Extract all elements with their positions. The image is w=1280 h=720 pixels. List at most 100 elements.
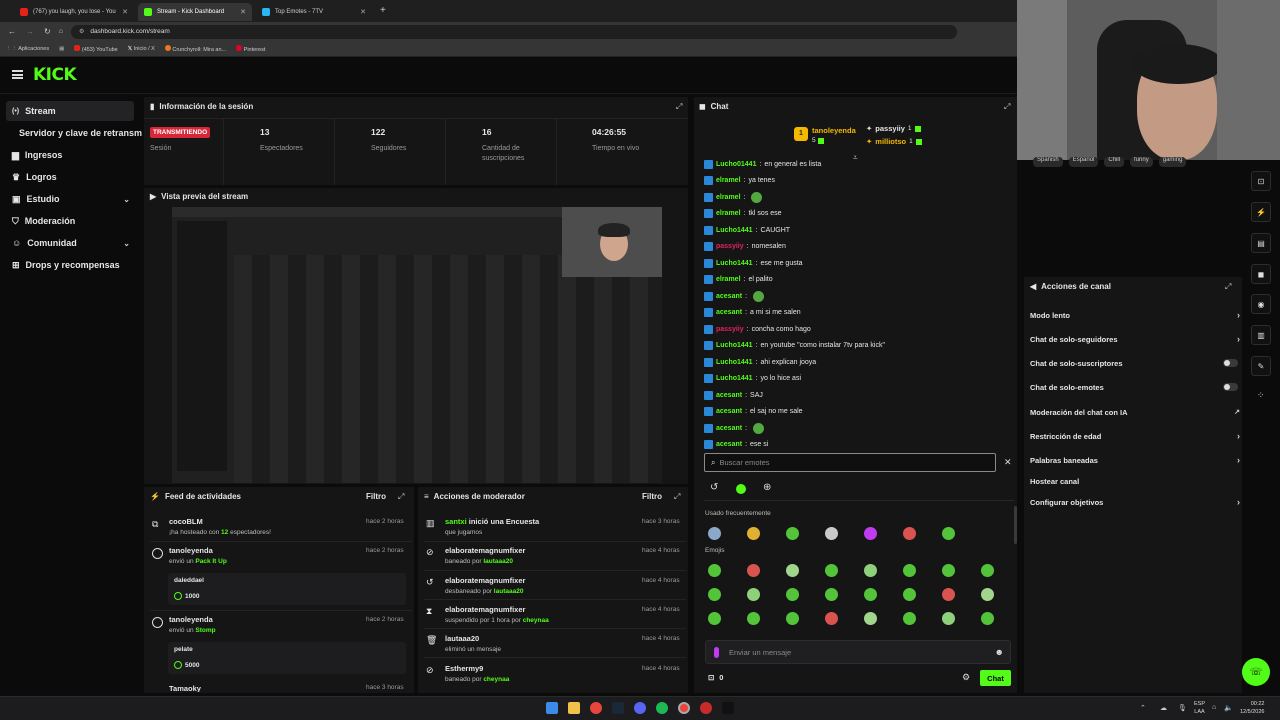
emote-picker-icon[interactable]: ☻ [995,647,1004,657]
mic-tray-icon[interactable]: 🎙 [1178,704,1187,712]
slow-mode-row[interactable]: Modo lento › [1030,307,1240,323]
emoji-emote-icon[interactable] [708,612,721,625]
emotes-only-row[interactable]: Chat de solo-emotes [1030,379,1240,395]
emoji-emote-icon[interactable] [864,564,877,577]
emoji-emote-icon[interactable] [942,564,955,577]
chat-message[interactable]: elramel: ya tenes [704,174,775,188]
chat-username[interactable]: elramel [716,210,741,217]
bookmark-youtube[interactable]: (453) YouTube [74,44,118,53]
age-restriction-row[interactable]: Restricción de edad › [1030,428,1240,444]
popout-icon[interactable]: ⤢ [1225,282,1231,292]
emoji-emote-icon[interactable] [825,612,838,625]
frequent-emote-icon[interactable] [864,527,877,540]
file-explorer-icon[interactable] [568,702,580,714]
chat-message[interactable]: acesant: el saj no me sale [704,405,803,419]
emoji-emote-icon[interactable] [864,612,877,625]
top-gifter-3[interactable]: ✦ milliotso 1 [866,137,922,146]
emoji-emote-icon[interactable] [864,588,877,601]
chat-username[interactable]: Lucho1441 [716,260,753,267]
quick-action-note-icon[interactable]: ▤ [1251,233,1271,253]
chat-username[interactable]: acesant [716,293,742,300]
sidebar-item-comunidad[interactable]: ☺ Comunidad ⌄ [6,233,134,253]
emote-scrollbar[interactable] [1014,506,1017,544]
emoji-emote-icon[interactable] [942,588,955,601]
spotify-icon[interactable] [656,702,668,714]
channel-points[interactable]: ⊡ 0 [708,673,723,682]
chat-username[interactable]: passyiiy [716,326,744,333]
chat-message[interactable]: Lucho1441: ahi explican jooya [704,355,816,369]
chat-username[interactable]: Lucho1441 [716,359,753,366]
home-icon[interactable]: ⌂ [59,28,63,35]
chat-username[interactable]: elramel [716,177,741,184]
kick-emotes-tab-icon[interactable] [736,484,746,494]
chat-message[interactable]: Lucho01441: en general es lista [704,157,821,171]
top-gifter-2[interactable]: ✦ passyiiy 1 [866,124,921,133]
frequent-emote-icon[interactable] [903,527,916,540]
quick-action-layout-icon[interactable]: ▥ [1251,325,1271,345]
chat-message[interactable]: elramel: tkl sos ese [704,207,782,221]
emoji-emote-icon[interactable] [903,564,916,577]
emoji-emote-icon[interactable] [981,612,994,625]
send-chat-button[interactable]: Chat [980,670,1011,686]
chat-username[interactable]: acesant [716,392,742,399]
banned-words-row[interactable]: Palabras baneadas › [1030,452,1240,468]
emoji-emote-icon[interactable] [747,612,760,625]
chat-message[interactable]: Lucho1441: ese me gusta [704,256,803,270]
chat-username[interactable]: acesant [716,425,742,432]
emoji-emote-icon[interactable] [747,588,760,601]
site-info-icon[interactable]: ⚙ [79,28,84,35]
chat-message[interactable]: passyiiy: nomesalen [704,240,786,254]
collapse-chevron-icon[interactable]: ⩡ [853,153,858,163]
chat-settings-gear-icon[interactable]: ⚙ [962,672,970,683]
host-channel-row[interactable]: Hostear canal [1030,473,1240,489]
more-options-icon[interactable]: ⁘ [1257,390,1265,401]
onedrive-icon[interactable]: ☁ [1160,704,1167,712]
sidebar-item-ingresos[interactable]: ▆ Ingresos [6,145,134,165]
quick-action-chat-icon[interactable]: ◼ [1251,264,1271,284]
quick-action-bolt-icon[interactable]: ⚡ [1251,202,1271,222]
sidebar-item-stream-key[interactable]: Servidor y clave de retransmisión [13,123,142,143]
bookmark-pinterest[interactable]: Pinterest [236,44,265,53]
quick-action-camera-icon[interactable]: ⊡ [1251,171,1271,191]
sidebar-item-drops[interactable]: ⊞ Drops y recompensas [6,255,134,275]
emoji-emote-icon[interactable] [825,588,838,601]
chrome-icon[interactable] [590,702,602,714]
discord-icon[interactable] [634,702,646,714]
quick-action-tools-icon[interactable]: ✎ [1251,356,1271,376]
chat-username[interactable]: Lucho1441 [716,342,753,349]
chat-username[interactable]: Lucho01441 [716,161,756,168]
language-indicator[interactable]: ESP LAA [1194,700,1205,716]
followers-only-row[interactable]: Chat de solo-seguidores › [1030,331,1240,347]
tab-7tv[interactable]: Top Emotes - 7TV ✕ [256,3,372,21]
emoji-emote-icon[interactable] [708,564,721,577]
emoji-emote-icon[interactable] [786,564,799,577]
chat-message[interactable]: passyiiy: concha como hago [704,322,811,336]
chat-username[interactable]: acesant [716,441,742,448]
ai-moderation-row[interactable]: Moderación del chat con IA ↗ [1030,404,1240,420]
chat-message[interactable]: acesant: ese si [704,438,768,452]
emoji-emote-icon[interactable] [786,612,799,625]
goals-row[interactable]: Configurar objetivos › [1030,494,1240,510]
chrome-active-icon[interactable] [678,702,690,714]
quick-action-broadcast-icon[interactable]: ◉ [1251,294,1271,314]
obs-icon[interactable] [700,702,712,714]
chat-username[interactable]: Lucho1441 [716,227,753,234]
volume-icon[interactable]: 🔈 [1224,704,1233,712]
tab-kick-dashboard[interactable]: Stream - Kick Dashboard ✕ [138,3,252,21]
global-emotes-tab-icon[interactable]: ⊕ [763,482,771,493]
sidebar-item-estudio[interactable]: ▣ Estudio ⌄ [6,189,134,209]
network-icon[interactable]: ⌂ [1212,704,1216,711]
stream-preview-video[interactable] [172,207,662,483]
chat-message[interactable]: elramel: [704,190,763,204]
emoji-emote-icon[interactable] [903,588,916,601]
chat-username[interactable]: passyiiy [716,243,744,250]
recent-emotes-tab-icon[interactable]: ↺ [710,482,718,493]
microphone-icon[interactable] [714,646,719,658]
popout-icon[interactable]: ⤢ [674,492,680,502]
emoji-emote-icon[interactable] [786,588,799,601]
subs-only-toggle[interactable] [1223,359,1238,367]
tray-chevron-icon[interactable]: ⌃ [1140,704,1146,712]
steam-icon[interactable] [612,702,624,714]
bookmark-grid-icon[interactable]: ▦ [59,46,64,52]
back-icon[interactable]: ← [8,27,16,36]
